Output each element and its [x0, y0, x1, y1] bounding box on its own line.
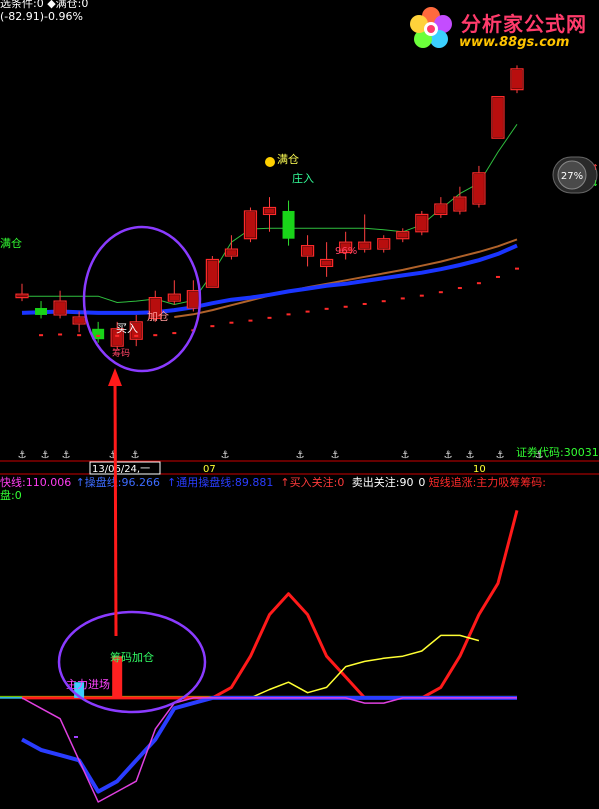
support-dot: [400, 297, 405, 300]
candle-fill: [473, 173, 484, 204]
legend-item: 快线:110.006: [0, 475, 71, 489]
indicator-legend: 快线:110.006 ↑操盘线:96.266 ↑通用操盘线:89.881 ↑买入关注:…: [0, 475, 546, 489]
candle-fill: [169, 295, 180, 301]
support-dot: [229, 321, 234, 324]
anchor-icon: ⚓: [466, 450, 475, 461]
gauge-up-arrow: ↑: [592, 163, 599, 172]
support-dot: [419, 294, 424, 297]
candle-fill: [454, 198, 465, 210]
gauge-value: 27%: [561, 171, 583, 182]
candle-fill: [378, 239, 389, 249]
watermark-url: www.88gs.com: [459, 35, 570, 50]
month-07: 07: [203, 464, 216, 475]
support-dot: [381, 300, 386, 303]
candle-fill: [416, 215, 427, 231]
support-dot: [248, 319, 253, 322]
gauge-widget: 27% ↑ ↓: [552, 156, 599, 194]
support-dot: [77, 334, 82, 337]
candle-fill: [359, 243, 370, 249]
anchor-icon: ⚓: [444, 450, 453, 461]
support-dot: [58, 333, 63, 336]
anchor-icon: ⚓: [221, 450, 230, 461]
anchor-icon: ⚓: [296, 450, 305, 461]
legend-item: ↑通用操盘线:89.881: [167, 475, 273, 489]
support-dot: [343, 305, 348, 308]
candle-fill: [245, 211, 256, 238]
legend-item: 卖出关注:90: [352, 475, 414, 489]
support-dot: [153, 334, 158, 337]
support-dot: [324, 307, 329, 310]
header-line2: (-82.91)-0.96%: [0, 10, 83, 23]
candle-fill: [397, 232, 408, 238]
candle-fill: [435, 205, 446, 214]
anchor-icon: ⚓: [401, 450, 410, 461]
support-dot: [438, 291, 443, 294]
candle-fill: [492, 97, 503, 138]
legend-item: 0: [418, 476, 425, 489]
anchor-icon: ⚓: [41, 450, 50, 461]
support-dot: [476, 282, 481, 285]
stock-chart: 选条件:0 ◆满仓:0 (-82.91)-0.96% 满仓 加仓 买入 庄入 满…: [0, 0, 599, 809]
support-dot: [267, 316, 272, 319]
label-zhuangru: 庄入: [292, 171, 314, 185]
support-dot: [115, 334, 120, 337]
annotation-chouma: 筹码加仓: [110, 650, 154, 664]
support-dot: [286, 313, 291, 316]
top-left-note: 满仓: [0, 236, 22, 250]
candle-fill: [207, 260, 218, 287]
support-dot: [134, 334, 139, 337]
mancang-dot: [265, 157, 275, 167]
legend-line2: 盘:0: [0, 488, 22, 502]
gauge-down-arrow: ↓: [592, 179, 599, 188]
anchor-icon: ⚓: [62, 450, 71, 461]
candle-fill: [17, 295, 27, 297]
label-mairu: 买入: [116, 322, 138, 335]
date-box-text: 13/06/24,一: [92, 464, 150, 475]
candle-body: [282, 210, 295, 239]
legend-item: ↑买入关注:0: [280, 475, 344, 489]
label-pink-note: 筹码: [112, 347, 130, 359]
month-10: 10: [473, 464, 486, 475]
watermark-title: 分析家公式网: [461, 12, 587, 36]
anchor-icon: ⚓: [131, 450, 140, 461]
support-dot: [457, 287, 462, 290]
annotation-zhuli: 主力进场: [66, 677, 110, 691]
connector-arrow-shaft: [113, 377, 118, 637]
candle-fill: [302, 246, 313, 256]
security-code: 证券代码:30031: [516, 445, 599, 459]
header-line1: 选条件:0 ◆满仓:0: [0, 0, 88, 10]
support-dot: [495, 275, 500, 278]
label-mancang: 满仓: [277, 152, 299, 166]
flower-logo-icon: [410, 7, 452, 48]
candle-fill: [321, 260, 332, 266]
candle-fill: [74, 318, 85, 323]
legend-item: ↑操盘线:96.266: [76, 475, 160, 489]
label-jiacang: 加仓: [147, 309, 169, 323]
candle-fill: [512, 69, 522, 89]
anchor-icon: ⚓: [496, 450, 505, 461]
label-pct: 96%: [335, 246, 357, 257]
candle-body: [35, 308, 48, 315]
candle-fill: [188, 291, 199, 308]
support-dot: [210, 325, 215, 328]
support-dot: [96, 334, 101, 337]
candle-fill: [226, 250, 237, 256]
candle-fill: [264, 208, 275, 214]
anchor-icon: ⚓: [331, 450, 340, 461]
legend-item: 短线追涨:主力吸筹筹码:: [429, 475, 546, 489]
support-dot: [39, 334, 44, 337]
support-dot: [305, 310, 310, 313]
support-dot: [515, 267, 519, 270]
support-dot: [362, 302, 367, 305]
anchor-icon: ⚓: [18, 450, 27, 461]
support-dot: [172, 332, 177, 335]
watermark: 分析家公式网 www.88gs.com: [403, 4, 593, 54]
candle-fill: [55, 302, 66, 314]
